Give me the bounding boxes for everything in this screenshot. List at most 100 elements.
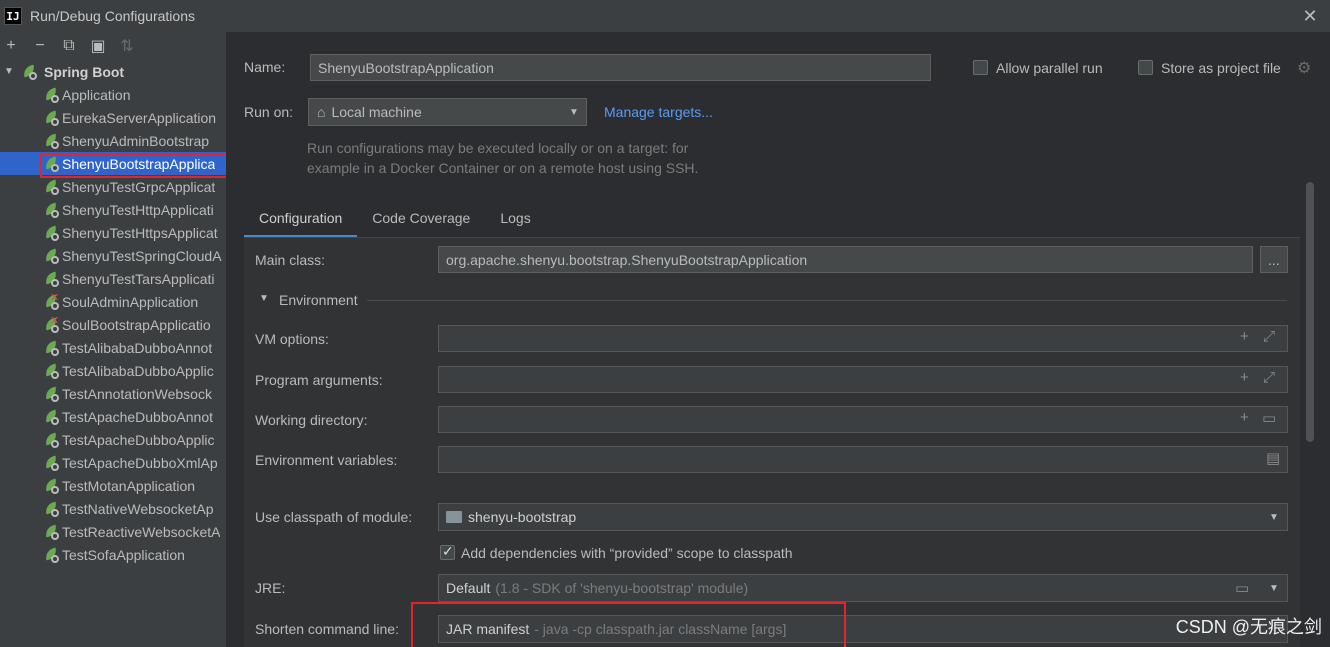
jre-hint: (1.8 - SDK of 'shenyu-bootstrap' module) — [495, 580, 749, 596]
tree-item-label: ShenyuTestSpringCloudA — [62, 247, 222, 264]
window-title: Run/Debug Configurations — [30, 8, 195, 24]
chevron-down-icon[interactable]: ▼ — [259, 293, 269, 304]
close-icon[interactable]: ✕ — [1300, 6, 1320, 26]
highlight-box — [411, 602, 846, 647]
store-project-label: Store as project file — [1161, 60, 1281, 76]
tree-item[interactable]: ShenyuAdminBootstrap — [0, 129, 226, 152]
tree-item-label: TestApacheDubboXmlAp — [62, 454, 218, 471]
tree-item[interactable]: ShenyuTestHttpsApplicat — [0, 221, 226, 244]
tree-item-label: TestSofaApplication — [62, 546, 185, 563]
folder-icon[interactable]: ▭ — [1235, 579, 1249, 597]
chevron-down-icon: ▼ — [569, 107, 579, 118]
configuration-editor: Name: ShenyuBootstrapApplication Allow p… — [226, 32, 1330, 647]
tree-item-label: ShenyuAdminBootstrap — [62, 132, 210, 149]
tree-item[interactable]: ShenyuTestGrpcApplicat — [0, 175, 226, 198]
tab-configuration[interactable]: Configuration — [244, 202, 358, 238]
program-arguments-label: Program arguments: — [255, 372, 383, 388]
tree-item[interactable]: ✕ SoulAdminApplication — [0, 290, 226, 313]
working-directory-input[interactable] — [438, 406, 1288, 433]
configuration-tree: ▼ Spring Boot Application EurekaServerAp… — [0, 60, 226, 566]
tree-item-label: SoulBootstrapApplicatio — [62, 316, 211, 333]
csdn-watermark: CSDN @无痕之剑 — [1175, 617, 1322, 637]
manage-targets-link[interactable]: Manage targets... — [604, 104, 713, 120]
tree-item[interactable]: TestAlibabaDubboApplic — [0, 359, 226, 382]
config-tabs: Configuration Code Coverage Logs — [244, 202, 546, 238]
tree-group-spring-boot[interactable]: ▼ Spring Boot — [0, 60, 226, 83]
spring-boot-icon — [43, 501, 60, 517]
tree-item[interactable]: Application — [0, 83, 226, 106]
browse-button[interactable]: ... — [1260, 246, 1288, 273]
main-class-input[interactable]: org.apache.shenyu.bootstrap.ShenyuBootst… — [438, 246, 1253, 273]
tree-item[interactable]: TestMotanApplication — [0, 474, 226, 497]
tree-item-label: ShenyuTestGrpcApplicat — [62, 178, 216, 195]
environment-section-label[interactable]: Environment — [279, 292, 358, 308]
vertical-scrollbar[interactable] — [1306, 182, 1314, 442]
tree-item[interactable]: TestAlibabaDubboAnnot — [0, 336, 226, 359]
folder-icon[interactable]: ▭ — [1262, 409, 1276, 427]
vm-options-input[interactable] — [438, 325, 1288, 352]
run-on-select[interactable]: ⌂ Local machine ▼ — [308, 98, 587, 126]
tree-item[interactable]: TestNativeWebsocketAp — [0, 497, 226, 520]
tree-item[interactable]: ShenyuTestHttpApplicati — [0, 198, 226, 221]
spring-boot-icon — [43, 225, 60, 241]
run-on-hint-line: Run configurations may be executed local… — [307, 140, 689, 156]
spring-boot-icon — [43, 363, 60, 379]
spring-boot-icon — [43, 432, 60, 448]
plus-icon[interactable]: + — [1240, 328, 1249, 345]
tree-item[interactable]: ShenyuTestSpringCloudA — [0, 244, 226, 267]
tab-code-coverage[interactable]: Code Coverage — [357, 202, 485, 238]
spring-boot-icon — [43, 524, 60, 540]
plus-icon[interactable]: + — [1240, 369, 1249, 386]
add-dependencies-checkbox[interactable] — [440, 543, 455, 560]
tree-item[interactable]: ShenyuTestTarsApplicati — [0, 267, 226, 290]
environment-variables-input[interactable] — [438, 446, 1288, 473]
tree-item-label: ShenyuTestTarsApplicati — [62, 270, 215, 287]
expand-icon[interactable]: ⤢ — [1263, 328, 1275, 345]
tree-item[interactable]: TestApacheDubboXmlAp — [0, 451, 226, 474]
name-input[interactable]: ShenyuBootstrapApplication — [310, 54, 931, 81]
spring-boot-icon — [43, 110, 60, 126]
tree-item[interactable]: TestAnnotationWebsock — [0, 382, 226, 405]
main-class-label: Main class: — [255, 252, 326, 268]
tree-item[interactable]: TestReactiveWebsocketA — [0, 520, 226, 543]
copy-icon[interactable]: ⧉ — [60, 37, 78, 55]
new-folder-icon[interactable]: ▣ — [89, 37, 107, 55]
tree-item-label: TestApacheDubboAnnot — [62, 408, 213, 425]
section-divider — [367, 300, 1287, 301]
chevron-down-icon: ▼ — [1269, 512, 1279, 523]
tree-item-label: TestMotanApplication — [62, 477, 196, 494]
chevron-down-icon[interactable]: ▼ — [4, 66, 16, 77]
gear-icon[interactable]: ⚙ — [1297, 58, 1311, 78]
spring-boot-error-icon: ✕ — [43, 315, 60, 333]
tree-item-label: SoulAdminApplication — [62, 293, 199, 310]
vm-options-label: VM options: — [255, 331, 329, 347]
title-bar: IJ Run/Debug Configurations ✕ — [0, 0, 1330, 32]
tree-item[interactable]: TestApacheDubboAnnot — [0, 405, 226, 428]
tree-item[interactable]: ✕ SoulBootstrapApplicatio — [0, 313, 226, 336]
classpath-module-select[interactable]: shenyu-bootstrap ▼ — [438, 503, 1288, 531]
sidebar-toolbar: + − ⧉ ▣ ⇅ — [0, 32, 226, 60]
plus-icon[interactable]: + — [1240, 409, 1249, 426]
add-icon[interactable]: + — [2, 37, 20, 55]
chevron-down-icon[interactable]: ▼ — [1269, 583, 1279, 594]
spring-boot-icon — [43, 409, 60, 425]
shorten-command-line-label: Shorten command line: — [255, 621, 399, 637]
home-icon: ⌂ — [317, 104, 326, 120]
classpath-module-label: Use classpath of module: — [255, 509, 413, 525]
tab-logs[interactable]: Logs — [485, 202, 545, 238]
store-project-checkbox[interactable] — [1138, 60, 1153, 75]
tree-item-label: Application — [62, 86, 131, 103]
document-icon[interactable]: ▤ — [1266, 449, 1280, 467]
allow-parallel-checkbox[interactable] — [973, 60, 988, 75]
tree-item[interactable]: EurekaServerApplication — [0, 106, 226, 129]
tree-item[interactable]: TestSofaApplication — [0, 543, 226, 566]
jre-select[interactable]: Default (1.8 - SDK of 'shenyu-bootstrap'… — [438, 574, 1288, 602]
remove-icon[interactable]: − — [31, 37, 49, 55]
tree-item[interactable]: TestApacheDubboApplic — [0, 428, 226, 451]
sort-icon[interactable]: ⇅ — [118, 37, 136, 55]
expand-icon[interactable]: ⤢ — [1263, 369, 1275, 386]
spring-boot-icon — [43, 248, 60, 264]
spring-boot-icon — [43, 133, 60, 149]
tree-item-label: TestNativeWebsocketAp — [62, 500, 214, 517]
program-arguments-input[interactable] — [438, 366, 1288, 393]
